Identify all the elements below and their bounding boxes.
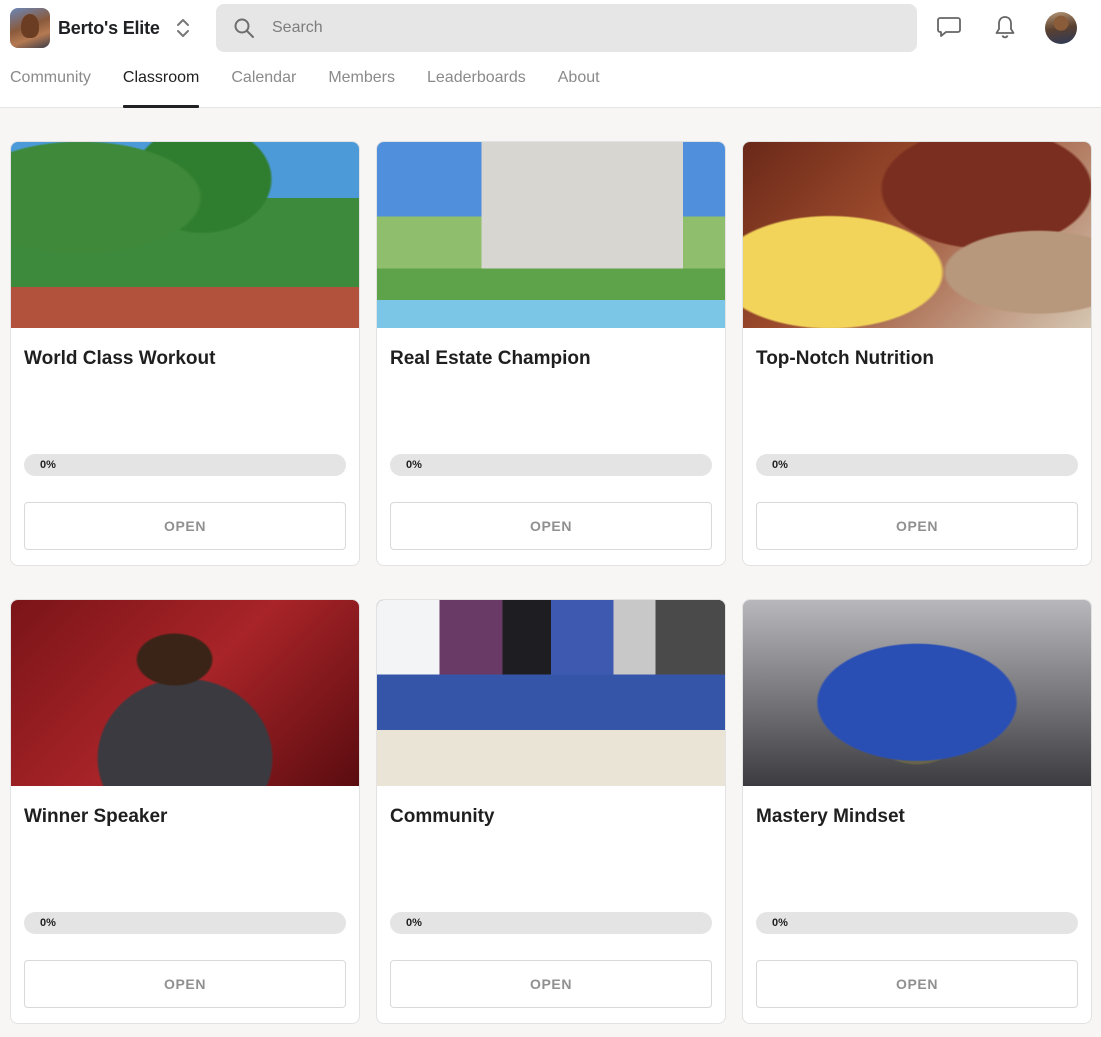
course-thumbnail	[11, 600, 359, 786]
course-progress-label: 0%	[772, 917, 788, 929]
tab-about[interactable]: About	[558, 56, 600, 108]
tab-calendar[interactable]: Calendar	[231, 56, 296, 108]
tab-classroom[interactable]: Classroom	[122, 56, 200, 108]
course-progress-label: 0%	[772, 459, 788, 471]
open-course-button[interactable]: OPEN	[756, 960, 1078, 1008]
open-course-button[interactable]: OPEN	[390, 960, 712, 1008]
course-thumbnail	[377, 600, 725, 786]
open-course-button[interactable]: OPEN	[24, 960, 346, 1008]
search-bar[interactable]	[216, 4, 917, 52]
course-title: World Class Workout	[24, 348, 216, 369]
course-thumbnail	[377, 142, 725, 328]
course-thumbnail	[743, 142, 1091, 328]
course-card[interactable]: Real Estate Champion 0% OPEN	[376, 141, 726, 566]
group-switcher-chevron-icon[interactable]	[173, 10, 193, 46]
course-title: Winner Speaker	[24, 806, 168, 827]
course-card[interactable]: Community 0% OPEN	[376, 599, 726, 1024]
course-card[interactable]: Mastery Mindset 0% OPEN	[742, 599, 1092, 1024]
course-thumbnail	[11, 142, 359, 328]
course-title: Real Estate Champion	[390, 348, 591, 369]
tab-members[interactable]: Members	[328, 56, 395, 108]
course-progress-bar: 0%	[24, 454, 346, 476]
tab-leaderboards[interactable]: Leaderboards	[427, 56, 526, 108]
course-progress-label: 0%	[406, 459, 422, 471]
nav-tabs: Community Classroom Calendar Members Lea…	[10, 56, 632, 108]
course-title: Community	[390, 806, 495, 827]
top-header: Berto's Elite Community Classroom Calend…	[0, 0, 1101, 108]
brand-logo[interactable]	[10, 8, 50, 48]
course-card[interactable]: Top-Notch Nutrition 0% OPEN	[742, 141, 1092, 566]
user-avatar[interactable]	[1045, 12, 1077, 44]
course-progress-label: 0%	[40, 917, 56, 929]
open-course-button[interactable]: OPEN	[24, 502, 346, 550]
search-icon	[234, 18, 254, 38]
chat-icon[interactable]	[934, 12, 964, 42]
bell-icon[interactable]	[990, 12, 1020, 42]
course-thumbnail	[743, 600, 1091, 786]
course-progress-bar: 0%	[390, 912, 712, 934]
tab-community[interactable]: Community	[10, 56, 91, 108]
course-progress-label: 0%	[406, 917, 422, 929]
course-title: Top-Notch Nutrition	[756, 348, 934, 369]
course-progress-bar: 0%	[756, 912, 1078, 934]
course-progress-label: 0%	[40, 459, 56, 471]
search-input[interactable]	[272, 19, 872, 37]
open-course-button[interactable]: OPEN	[756, 502, 1078, 550]
course-progress-bar: 0%	[24, 912, 346, 934]
open-course-button[interactable]: OPEN	[390, 502, 712, 550]
course-card[interactable]: World Class Workout 0% OPEN	[10, 141, 360, 566]
course-progress-bar: 0%	[390, 454, 712, 476]
course-card[interactable]: Winner Speaker 0% OPEN	[10, 599, 360, 1024]
course-progress-bar: 0%	[756, 454, 1078, 476]
course-title: Mastery Mindset	[756, 806, 905, 827]
brand-name[interactable]: Berto's Elite	[58, 18, 160, 39]
brand[interactable]: Berto's Elite	[10, 8, 160, 48]
